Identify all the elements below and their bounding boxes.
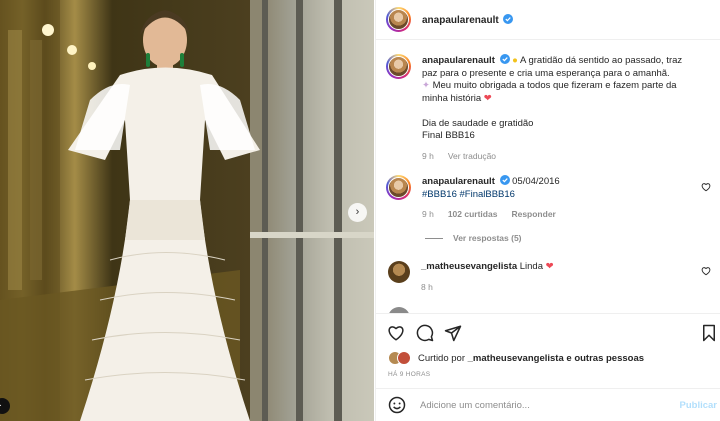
verified-icon: [499, 54, 510, 64]
carousel-next-button[interactable]: ›: [348, 203, 367, 222]
comment-input[interactable]: [420, 399, 660, 411]
liked-by-suffix[interactable]: e outras pessoas: [566, 353, 644, 364]
comment-text: Linda: [519, 261, 543, 272]
comment-username[interactable]: anapaularenault: [422, 176, 495, 187]
view-replies-button[interactable]: Ver respostas (5): [425, 233, 522, 243]
heart-emoji-icon: ❤: [545, 261, 554, 272]
post-detail-panel: anapaularenault anapaularenault ● A grat…: [375, 0, 720, 421]
view-replies-label: Ver respostas (5): [453, 233, 522, 243]
comment-time[interactable]: 8 h: [421, 281, 433, 294]
add-comment-bar: Publicar: [376, 388, 720, 421]
verified-icon: [499, 175, 510, 185]
comment-hashtags[interactable]: #BBB16 #FinalBBB16: [422, 189, 515, 200]
share-icon[interactable]: [444, 324, 462, 342]
caption-line-4: Final BBB16: [422, 130, 475, 141]
praying-hands-emoji-icon: ✦: [422, 80, 430, 91]
sun-emoji-icon: ●: [512, 55, 518, 66]
comment-icon[interactable]: [416, 324, 434, 342]
bookmark-icon[interactable]: [700, 324, 718, 342]
comment-item: anapaularenault 05/04/2016 #BBB16 #Final…: [386, 175, 711, 221]
comment-likes[interactable]: 102 curtidas: [448, 208, 498, 221]
comment-username[interactable]: _matheusevangelista: [421, 261, 517, 272]
emoji-icon[interactable]: [388, 396, 406, 414]
caption-time[interactable]: 9 h: [422, 150, 434, 163]
action-bar: [376, 313, 720, 351]
chevron-right-icon: ›: [355, 206, 360, 218]
comment-time[interactable]: 9 h: [422, 208, 434, 221]
avatar[interactable]: [386, 54, 411, 79]
heart-icon[interactable]: [387, 324, 405, 342]
comments-section: anapaularenault ● A gratidão dá sentido …: [376, 41, 720, 313]
see-translation-link[interactable]: Ver tradução: [448, 150, 496, 163]
comment-item: _matheusevangelista Linda ❤ 8 h: [386, 261, 711, 293]
user-icon: [0, 404, 2, 406]
avatar[interactable]: [386, 7, 411, 32]
photo-illustration: [0, 0, 374, 421]
avatar[interactable]: [388, 261, 410, 283]
caption: anapaularenault ● A gratidão dá sentido …: [386, 54, 711, 162]
comment-like-icon[interactable]: [701, 266, 711, 276]
caption-line-2: Meu muito obrigada a todos que fizeram e…: [422, 80, 677, 104]
verified-icon: [503, 13, 514, 24]
caption-line-3: Dia de saudade e gratidão: [422, 117, 534, 129]
post-header: anapaularenault: [376, 0, 720, 40]
post-timestamp[interactable]: HÁ 9 HORAS: [388, 371, 430, 378]
publish-button[interactable]: Publicar: [680, 400, 718, 411]
liked-by-user[interactable]: _matheusevangelista: [468, 353, 564, 364]
comment-date: 05/04/2016: [512, 176, 560, 187]
avatar[interactable]: [386, 175, 411, 200]
comment-like-icon[interactable]: [701, 182, 711, 192]
reply-button[interactable]: Responder: [511, 208, 555, 221]
header-username[interactable]: anapaularenault: [422, 15, 499, 26]
caption-username[interactable]: anapaularenault: [422, 55, 495, 66]
heart-emoji-icon: ❤: [483, 92, 492, 104]
liked-by-prefix: Curtido por: [418, 353, 465, 364]
liked-by: Curtido por _matheusevangelista e outras…: [388, 351, 644, 366]
liked-by-avatars: [388, 351, 412, 366]
post-photo[interactable]: ›: [0, 0, 374, 421]
